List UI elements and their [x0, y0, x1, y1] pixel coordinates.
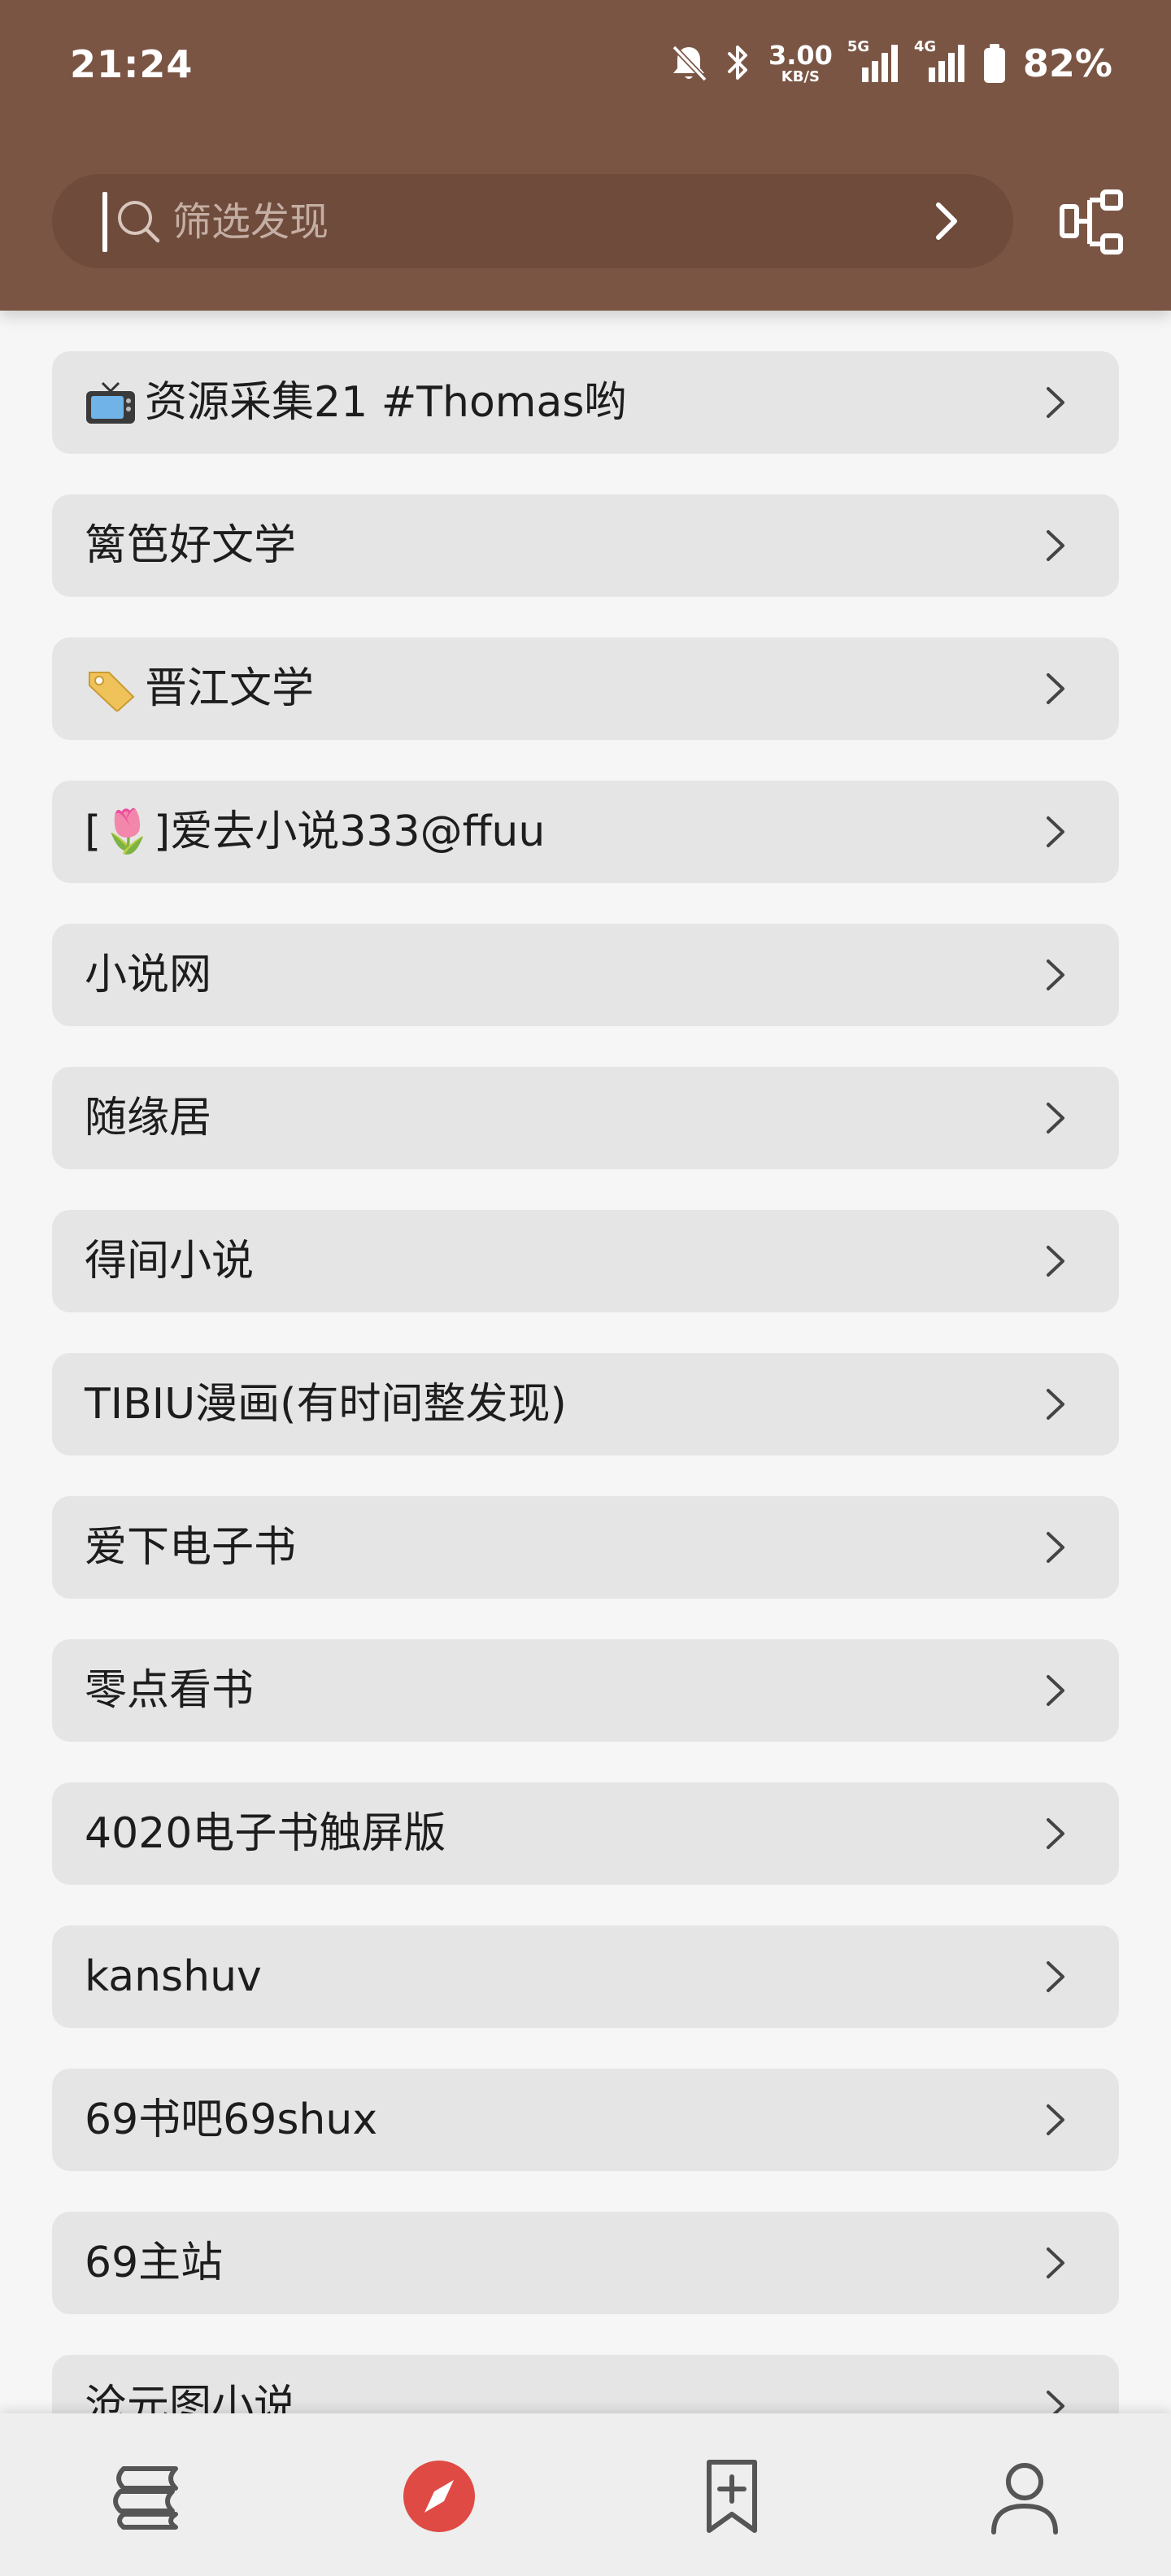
nav-bookshelf[interactable] — [98, 2449, 195, 2547]
source-item-text: 篱笆好文学 — [85, 521, 297, 570]
source-item-text: 晋江文学 — [145, 664, 315, 713]
search-bar[interactable] — [52, 174, 1013, 268]
tv-icon — [86, 381, 135, 424]
sim2-network-type: 4G — [913, 38, 937, 55]
source-item[interactable]: 小说网 — [52, 924, 1119, 1026]
source-item-label: 沧元图小说 — [85, 2355, 296, 2413]
discover-source-list[interactable]: 资源采集21 #Thomas哟篱笆好文学晋江文学 [🌷]爱去小说333@ffuu 小… — [0, 311, 1171, 2413]
nav-subscriptions[interactable] — [683, 2449, 781, 2547]
chevron-right-icon — [1038, 1101, 1072, 1138]
network-speed-value: 3.00 — [768, 40, 833, 71]
source-item[interactable]: 晋江文学 — [52, 637, 1119, 740]
source-item-label: 篱笆好文学 — [85, 494, 296, 597]
status-time: 21:24 — [70, 42, 194, 86]
source-item-label: kanshuv — [85, 1925, 262, 2028]
chevron-right-icon — [1038, 815, 1072, 852]
chevron-right-icon — [1038, 385, 1072, 423]
source-item-label: [🌷]爱去小说333@ffuu — [85, 781, 545, 883]
app-root: 21:24 3.00 KB/S 5G 4G 82% 筛选发现 资源采集21 #T… — [0, 0, 1171, 2576]
chevron-right-icon — [1038, 958, 1072, 995]
sim2-signal: 4G — [914, 38, 966, 84]
bookmark-add-icon — [691, 2456, 773, 2540]
network-speed: 3.00 KB/S — [768, 42, 833, 85]
source-item-text: 资源采集21 #Thomas哟 — [145, 378, 627, 427]
source-item-label: TIBIU漫画(有时间整发现) — [85, 1353, 567, 1456]
source-item-label: 随缘居 — [85, 1067, 211, 1169]
source-item[interactable]: 爱下电子书 — [52, 1496, 1119, 1599]
source-item-text: [🌷]爱去小说333@ffuu — [85, 807, 546, 856]
source-item-text: 零点看书 — [85, 1666, 255, 1715]
person-icon — [984, 2456, 1065, 2540]
chevron-right-icon — [1038, 1817, 1072, 1854]
chevron-right-icon — [1038, 1530, 1072, 1568]
source-item[interactable]: kanshuv — [52, 1925, 1119, 2028]
bookshelf-icon — [106, 2456, 187, 2540]
source-item[interactable]: 资源采集21 #Thomas哟 — [52, 351, 1119, 454]
source-item[interactable]: [🌷]爱去小说333@ffuu — [52, 781, 1119, 883]
text-cursor — [102, 192, 107, 252]
tag-icon — [89, 672, 135, 711]
source-item-text: 小说网 — [85, 951, 212, 999]
chevron-right-icon[interactable] — [922, 197, 971, 249]
chevron-right-icon — [1038, 1673, 1072, 1711]
source-item-label: 小说网 — [85, 924, 211, 1026]
source-item-text: 得间小说 — [85, 1237, 255, 1286]
mute-bell-icon — [669, 42, 708, 85]
bottom-navigation — [0, 2413, 1171, 2576]
chevron-right-icon — [1038, 2389, 1072, 2413]
source-item-label: 4020电子书触屏版 — [85, 1782, 446, 1885]
status-bar: 21:24 3.00 KB/S 5G 4G 82% — [0, 0, 1171, 130]
chevron-right-icon — [1038, 1960, 1072, 1997]
chevron-right-icon — [1038, 2103, 1072, 2140]
source-item-label: 得间小说 — [85, 1210, 254, 1312]
source-item[interactable]: TIBIU漫画(有时间整发现) — [52, 1353, 1119, 1456]
bluetooth-icon — [725, 42, 752, 85]
sim1-network-type: 5G — [847, 38, 870, 55]
source-item-text: 69主站 — [85, 2239, 224, 2287]
source-item-text: 4020电子书触屏版 — [85, 1809, 446, 1858]
network-speed-unit: KB/S — [781, 68, 821, 85]
source-item-text: 爱下电子书 — [85, 1523, 297, 1572]
chevron-right-icon — [1038, 1387, 1072, 1425]
source-item-label: 零点看书 — [85, 1639, 254, 1742]
source-item[interactable]: 随缘居 — [52, 1067, 1119, 1169]
source-item-text: 沧元图小说 — [85, 2382, 297, 2413]
source-item[interactable]: 零点看书 — [52, 1639, 1119, 1742]
source-item-label: 资源采集21 #Thomas哟 — [85, 351, 626, 454]
source-item-text: 随缘居 — [85, 1094, 212, 1142]
source-item[interactable]: 69书吧69shux — [52, 2069, 1119, 2171]
battery-percent: 82% — [1022, 41, 1112, 85]
chevron-right-icon — [1038, 2246, 1072, 2283]
compass-icon — [398, 2456, 480, 2540]
source-item-label: 69主站 — [85, 2212, 223, 2314]
chevron-right-icon — [1038, 1244, 1072, 1281]
tree-structure-icon[interactable] — [1057, 185, 1130, 262]
source-item-label: 爱下电子书 — [85, 1496, 296, 1599]
source-item-text: TIBIU漫画(有时间整发现) — [85, 1380, 567, 1429]
chevron-right-icon — [1038, 672, 1072, 709]
source-item-text: kanshuv — [85, 1952, 262, 2001]
search-input[interactable] — [171, 189, 890, 255]
battery-icon — [982, 42, 1007, 85]
nav-discover[interactable] — [390, 2449, 488, 2547]
header: 21:24 3.00 KB/S 5G 4G 82% 筛选发现 — [0, 0, 1171, 311]
chevron-right-icon — [1038, 529, 1072, 566]
source-item-label: 69书吧69shux — [85, 2069, 377, 2171]
source-item-text: 69书吧69shux — [85, 2095, 378, 2144]
source-item[interactable]: 篱笆好文学 — [52, 494, 1119, 597]
search-icon — [114, 197, 163, 249]
source-item[interactable]: 沧元图小说 — [52, 2355, 1119, 2413]
source-item[interactable]: 得间小说 — [52, 1210, 1119, 1312]
source-item[interactable]: 4020电子书触屏版 — [52, 1782, 1119, 1885]
status-icons: 3.00 KB/S 5G 4G 82% — [669, 37, 1112, 89]
sim1-signal: 5G — [847, 38, 899, 84]
nav-profile[interactable] — [976, 2449, 1073, 2547]
source-item[interactable]: 69主站 — [52, 2212, 1119, 2314]
source-item-label: 晋江文学 — [85, 637, 314, 740]
